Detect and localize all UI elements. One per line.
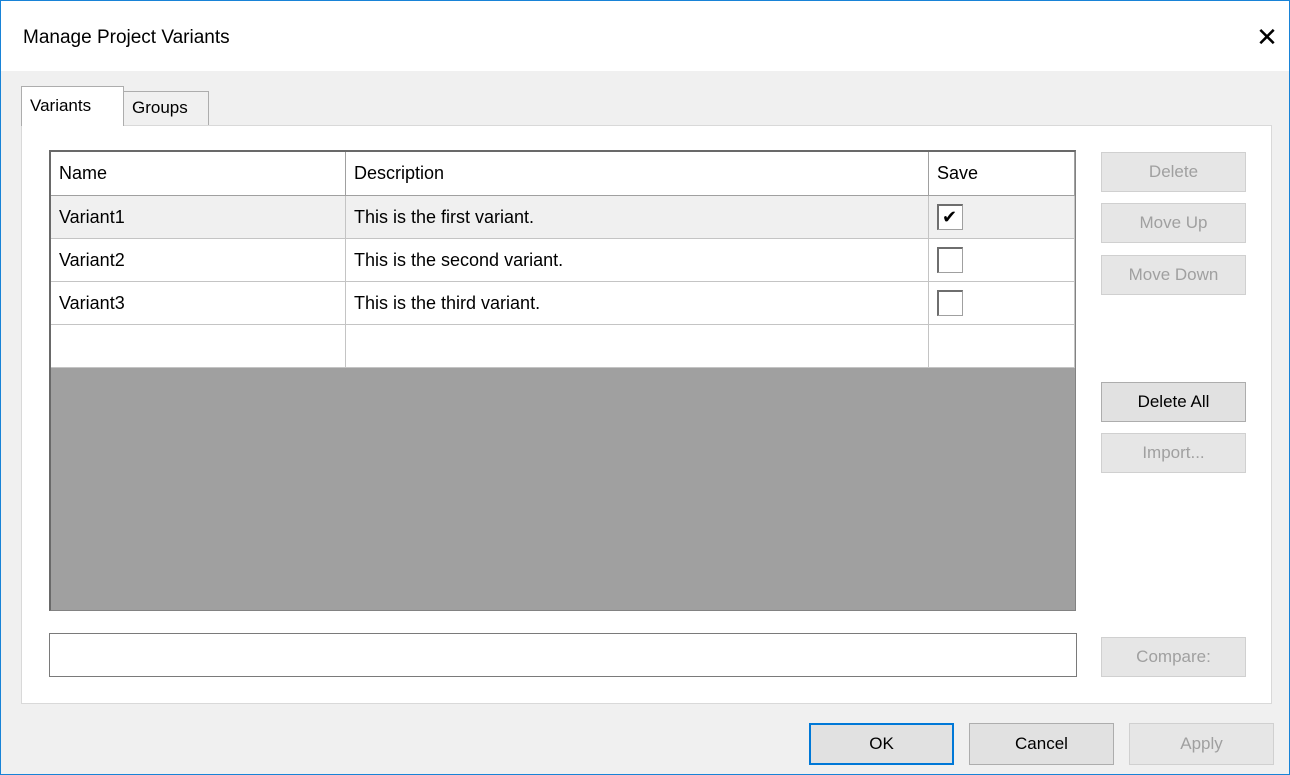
- delete-all-button[interactable]: Delete All: [1101, 382, 1246, 422]
- dialog-window: Manage Project Variants ✕ Variants Group…: [0, 0, 1290, 775]
- variant-description-cell[interactable]: This is the third variant.: [346, 282, 929, 325]
- move-up-button[interactable]: Move Up: [1101, 203, 1246, 243]
- save-cell[interactable]: [929, 196, 1075, 239]
- variant-description-cell[interactable]: This is the first variant.: [346, 196, 929, 239]
- title-bar: Manage Project Variants ✕: [1, 1, 1289, 71]
- column-header-description[interactable]: Description: [346, 152, 929, 196]
- save-cell[interactable]: [929, 239, 1075, 282]
- compare-input[interactable]: [49, 633, 1077, 677]
- tab-groups[interactable]: Groups: [123, 91, 209, 125]
- move-down-button[interactable]: Move Down: [1101, 255, 1246, 295]
- import-button[interactable]: Import...: [1101, 433, 1246, 473]
- compare-button[interactable]: Compare:: [1101, 637, 1246, 677]
- table-row[interactable]: Variant2 This is the second variant.: [51, 239, 1075, 282]
- variant-name-cell[interactable]: Variant1: [51, 196, 346, 239]
- table-row[interactable]: Variant3 This is the third variant.: [51, 282, 1075, 325]
- save-checkbox[interactable]: [937, 290, 963, 316]
- save-checkbox[interactable]: [937, 247, 963, 273]
- column-header-name[interactable]: Name: [51, 152, 346, 196]
- save-checkbox[interactable]: [937, 196, 963, 239]
- close-icon[interactable]: ✕: [1249, 19, 1285, 55]
- dialog-title: Manage Project Variants: [23, 27, 230, 48]
- variant-description-cell[interactable]: [346, 325, 929, 368]
- tab-variants[interactable]: Variants: [21, 86, 124, 126]
- variants-grid[interactable]: Name Description Save Variant1 This is t…: [49, 150, 1076, 611]
- variant-name-cell[interactable]: [51, 325, 346, 368]
- table-row[interactable]: Variant1 This is the first variant.: [51, 196, 1075, 239]
- new-row[interactable]: [51, 325, 1075, 368]
- variant-name-cell[interactable]: Variant2: [51, 239, 346, 282]
- save-cell[interactable]: [929, 282, 1075, 325]
- variant-name-cell[interactable]: Variant3: [51, 282, 346, 325]
- variant-description-cell[interactable]: This is the second variant.: [346, 239, 929, 282]
- save-cell[interactable]: [929, 325, 1075, 368]
- ok-button[interactable]: OK: [809, 723, 954, 765]
- grid-header-row: Name Description Save: [51, 152, 1075, 196]
- cancel-button[interactable]: Cancel: [969, 723, 1114, 765]
- delete-button[interactable]: Delete: [1101, 152, 1246, 192]
- column-header-save[interactable]: Save: [929, 152, 1075, 196]
- apply-button[interactable]: Apply: [1129, 723, 1274, 765]
